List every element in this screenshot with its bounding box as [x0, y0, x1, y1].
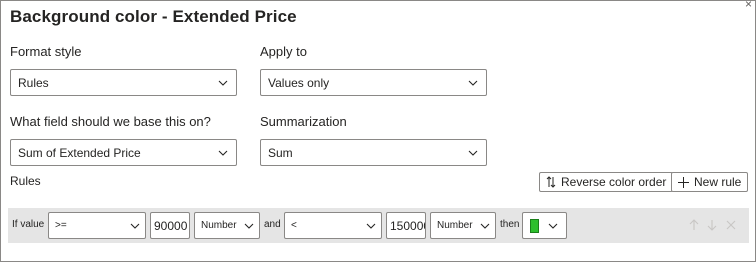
- rule-color-picker[interactable]: [522, 212, 567, 239]
- chevron-down-icon: [218, 148, 228, 158]
- summarization-value: Sum: [268, 145, 293, 160]
- conditional-format-dialog: × Background color - Extended Price Form…: [0, 0, 756, 262]
- sort-arrows-icon: [546, 176, 556, 188]
- chevron-down-icon: [548, 221, 558, 231]
- rules-label: Rules: [10, 174, 41, 188]
- format-style-value: Rules: [18, 75, 49, 90]
- new-rule-label: New rule: [694, 175, 742, 189]
- chevron-down-icon: [480, 221, 490, 231]
- chevron-down-icon: [218, 78, 228, 88]
- rule-operator-2-dropdown[interactable]: <: [284, 212, 382, 239]
- reverse-color-order-label: Reverse color order: [561, 175, 667, 189]
- dialog-title: Background color - Extended Price: [10, 7, 297, 26]
- rule-row: If value >= 90000 Number and < 150000 Nu…: [8, 208, 749, 243]
- rule-value-1-input[interactable]: 90000: [150, 212, 190, 239]
- plus-icon: [678, 176, 689, 188]
- apply-to-label: Apply to: [260, 44, 307, 59]
- chevron-down-icon: [366, 221, 376, 231]
- move-up-icon[interactable]: [689, 219, 699, 234]
- rule-type-1-value: Number: [201, 220, 237, 231]
- reverse-color-order-button[interactable]: Reverse color order: [539, 172, 674, 192]
- format-style-label: Format style: [10, 44, 82, 59]
- move-down-icon[interactable]: [707, 219, 717, 234]
- rule-operator-2-value: <: [291, 220, 297, 231]
- chevron-down-icon: [468, 148, 478, 158]
- delete-rule-icon[interactable]: [726, 219, 736, 234]
- rule-value-2-input[interactable]: 150000: [386, 212, 426, 239]
- color-swatch: [530, 218, 539, 233]
- base-field-value: Sum of Extended Price: [18, 145, 141, 160]
- rule-type-1-dropdown[interactable]: Number: [194, 212, 260, 239]
- rule-type-2-value: Number: [437, 220, 473, 231]
- if-value-label: If value: [12, 219, 45, 230]
- close-icon[interactable]: ×: [745, 0, 752, 10]
- apply-to-value: Values only: [268, 75, 330, 90]
- chevron-down-icon: [130, 221, 140, 231]
- base-field-label: What field should we base this on?: [10, 114, 211, 129]
- summarization-dropdown[interactable]: Sum: [260, 139, 487, 166]
- and-label: and: [264, 219, 281, 230]
- new-rule-button[interactable]: New rule: [671, 172, 749, 192]
- then-label: then: [500, 219, 520, 230]
- apply-to-dropdown[interactable]: Values only: [260, 69, 487, 96]
- summarization-label: Summarization: [260, 114, 347, 129]
- rule-type-2-dropdown[interactable]: Number: [430, 212, 496, 239]
- base-field-dropdown[interactable]: Sum of Extended Price: [10, 139, 237, 166]
- rule-operator-1-value: >=: [55, 220, 67, 231]
- format-style-dropdown[interactable]: Rules: [10, 69, 237, 96]
- rule-operator-1-dropdown[interactable]: >=: [48, 212, 146, 239]
- chevron-down-icon: [244, 221, 254, 231]
- chevron-down-icon: [468, 78, 478, 88]
